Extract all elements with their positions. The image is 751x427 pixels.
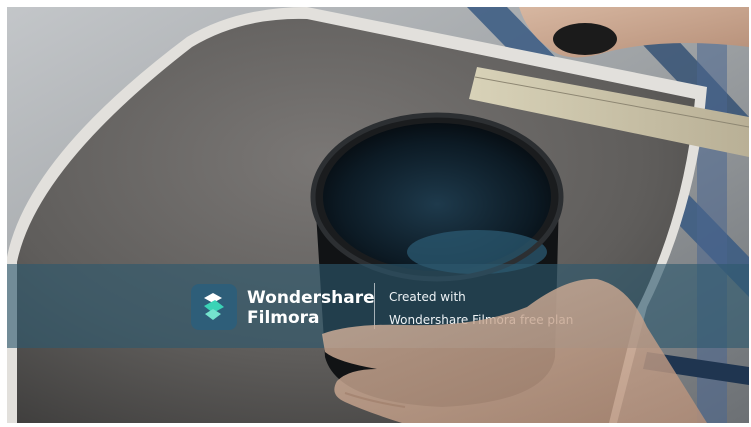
video-frame: Wondershare Filmora Created with Wonders… (7, 7, 749, 423)
hand-overlay (322, 278, 707, 423)
